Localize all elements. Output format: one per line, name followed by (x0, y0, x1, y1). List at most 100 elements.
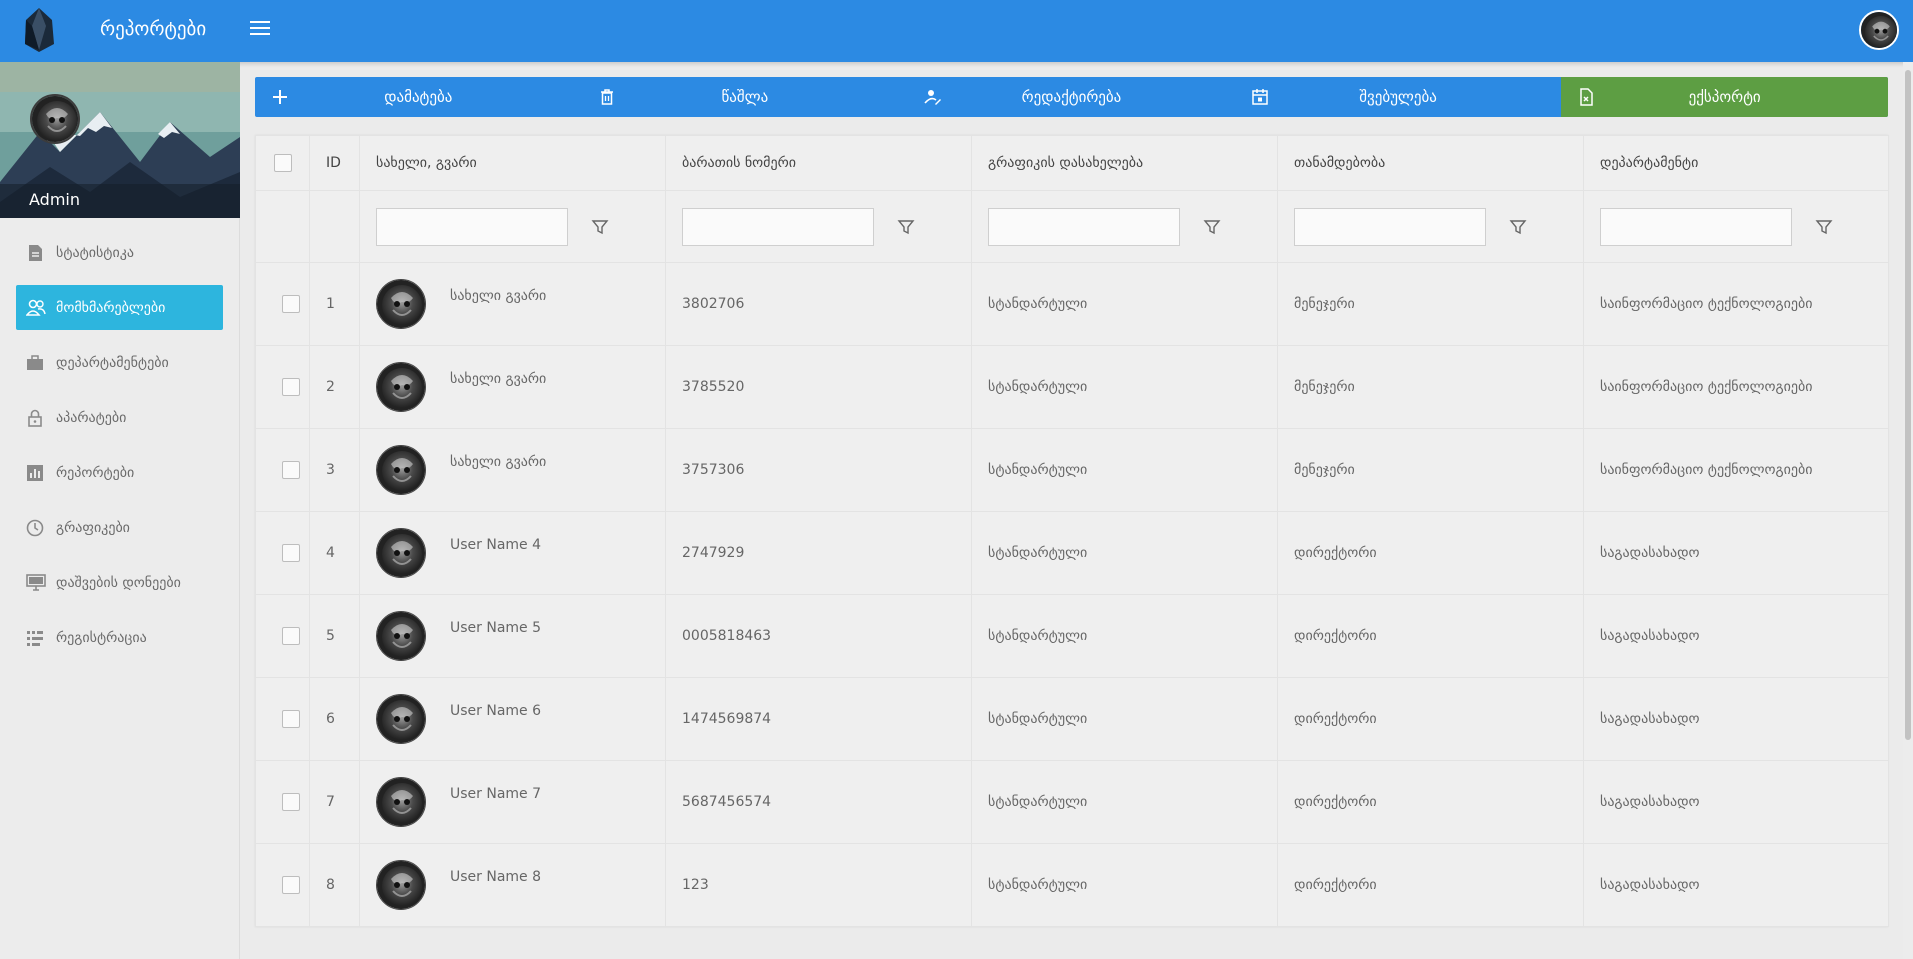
position-filter-input[interactable] (1294, 207, 1486, 246)
row-id: 7 (309, 760, 360, 844)
row-card: 2747929 (665, 511, 972, 595)
filter-cell-name (359, 190, 666, 263)
row-position: დირექტორი (1277, 511, 1584, 595)
add-button[interactable]: დამატება (255, 77, 582, 117)
filter-icon[interactable] (591, 218, 609, 236)
row-checkbox[interactable] (281, 461, 300, 479)
row-select-cell (255, 760, 310, 844)
row-department: საინფორმაციო ტექნოლოგიები (1583, 262, 1889, 346)
avatar[interactable] (376, 528, 426, 578)
plus-icon (271, 88, 289, 106)
row-checkbox[interactable] (281, 295, 300, 313)
avatar[interactable] (376, 611, 426, 661)
sidebar-item-statistics[interactable]: სტატისტიკა (16, 230, 223, 275)
row-name-cell: სახელი გვარი (359, 345, 666, 429)
column-header-department[interactable]: დეპარტამენტი (1583, 135, 1889, 191)
row-checkbox[interactable] (281, 793, 300, 811)
row-checkbox[interactable] (281, 876, 300, 894)
row-schedule: სტანდარტული (971, 511, 1278, 595)
vacation-button[interactable]: შვებულება (1235, 77, 1562, 117)
profile-name: Admin (29, 190, 80, 209)
row-checkbox[interactable] (281, 544, 300, 562)
app-logo[interactable] (22, 6, 56, 54)
card-filter-input[interactable] (682, 207, 874, 246)
filter-icon[interactable] (1815, 218, 1833, 236)
row-schedule: სტანდარტული (971, 677, 1278, 761)
row-position: დირექტორი (1277, 594, 1584, 678)
filter-row (255, 190, 1889, 263)
schedule-filter-input[interactable] (988, 207, 1180, 246)
department-filter-input[interactable] (1600, 207, 1792, 246)
filter-icon[interactable] (1203, 218, 1221, 236)
delete-button[interactable]: წაშლა (582, 77, 909, 117)
users-table: ID სახელი, გვარი ბარათის ნომერი გრაფიკის… (255, 135, 1889, 927)
table-row[interactable]: 6 User Name 6 1474569874 სტანდარტული დირექტო… (255, 677, 1889, 761)
export-file-icon (1577, 88, 1595, 106)
avatar[interactable] (376, 445, 426, 495)
row-position: მენეჯერი (1277, 345, 1584, 429)
row-position: დირექტორი (1277, 760, 1584, 844)
row-card: 3757306 (665, 428, 972, 512)
column-header-schedule[interactable]: გრაფიკის დასახელება (971, 135, 1278, 191)
row-schedule: სტანდარტული (971, 594, 1278, 678)
row-department: საგადასახადო (1583, 760, 1889, 844)
table-row[interactable]: 2 სახელი გვარი 3785520 სტანდარტული მენეჯერი ს… (255, 345, 1889, 429)
table-row[interactable]: 8 User Name 8 123 სტანდარტული დირექტორი საგად… (255, 843, 1889, 927)
table-body: 1 სახელი გვარი 3802706 სტანდარტული მენეჯერი ს… (255, 262, 1889, 927)
table-row[interactable]: 5 User Name 5 0005818463 სტანდარტული დირექტო… (255, 594, 1889, 678)
user-avatar[interactable] (1859, 10, 1899, 50)
row-checkbox[interactable] (281, 378, 300, 396)
sidebar-item-devices[interactable]: აპარატები (16, 395, 223, 440)
row-name: სახელი გვარი (450, 371, 547, 387)
sidebar-item-access-levels[interactable]: დაშვების დონეები (16, 560, 223, 605)
avatar[interactable] (376, 279, 426, 329)
select-all-cell (255, 135, 310, 191)
profile-avatar[interactable] (30, 94, 80, 144)
avatar[interactable] (376, 362, 426, 412)
row-id: 5 (309, 594, 360, 678)
select-all-checkbox[interactable] (273, 154, 292, 172)
row-select-cell (255, 677, 310, 761)
avatar[interactable] (376, 860, 426, 910)
list-icon (26, 629, 44, 647)
table-row[interactable]: 4 User Name 4 2747929 სტანდარტული დირექტორი ს… (255, 511, 1889, 595)
avatar[interactable] (376, 777, 426, 827)
users-icon (26, 299, 46, 317)
sidebar-item-reports[interactable]: რეპორტები (16, 450, 223, 495)
row-select-cell (255, 511, 310, 595)
users-table-container: ID სახელი, გვარი ბარათის ნომერი გრაფიკის… (255, 135, 1889, 927)
table-row[interactable]: 7 User Name 7 5687456574 სტანდარტული დირექტო… (255, 760, 1889, 844)
sidebar-item-users[interactable]: მომხმარებლები (16, 285, 223, 330)
row-checkbox[interactable] (281, 627, 300, 645)
filter-icon[interactable] (1509, 218, 1527, 236)
menu-toggle-icon[interactable] (250, 21, 270, 41)
sidebar-item-label: რეგისტრაცია (56, 629, 147, 646)
briefcase-icon (26, 354, 44, 372)
table-row[interactable]: 3 სახელი გვარი 3757306 სტანდარტული მენეჯერი ს… (255, 428, 1889, 512)
sidebar-item-schedules[interactable]: გრაფიკები (16, 505, 223, 550)
column-header-id[interactable]: ID (309, 135, 360, 191)
scrollbar-thumb[interactable] (1905, 70, 1911, 740)
row-name-cell: User Name 5 (359, 594, 666, 678)
filter-cell-empty (255, 190, 310, 263)
row-select-cell (255, 428, 310, 512)
row-department: საგადასახადო (1583, 594, 1889, 678)
edit-button[interactable]: რედაქტირება (908, 77, 1235, 117)
row-schedule: სტანდარტული (971, 345, 1278, 429)
table-row[interactable]: 1 სახელი გვარი 3802706 სტანდარტული მენეჯერი ს… (255, 262, 1889, 346)
row-checkbox[interactable] (281, 710, 300, 728)
sidebar-item-departments[interactable]: დეპარტამენტები (16, 340, 223, 385)
column-header-card[interactable]: ბარათის ნომერი (665, 135, 972, 191)
filter-icon[interactable] (897, 218, 915, 236)
avatar[interactable] (376, 694, 426, 744)
row-id: 6 (309, 677, 360, 761)
monitor-icon (26, 574, 46, 592)
column-header-position[interactable]: თანამდებობა (1277, 135, 1584, 191)
sidebar-item-label: აპარატები (56, 409, 127, 426)
column-header-name[interactable]: სახელი, გვარი (359, 135, 666, 191)
row-name: User Name 7 (450, 786, 542, 802)
name-filter-input[interactable] (376, 207, 568, 246)
sidebar-item-registration[interactable]: რეგისტრაცია (16, 615, 223, 660)
export-button[interactable]: ექსპორტი (1561, 77, 1888, 117)
sidebar-item-label: რეპორტები (56, 464, 135, 481)
